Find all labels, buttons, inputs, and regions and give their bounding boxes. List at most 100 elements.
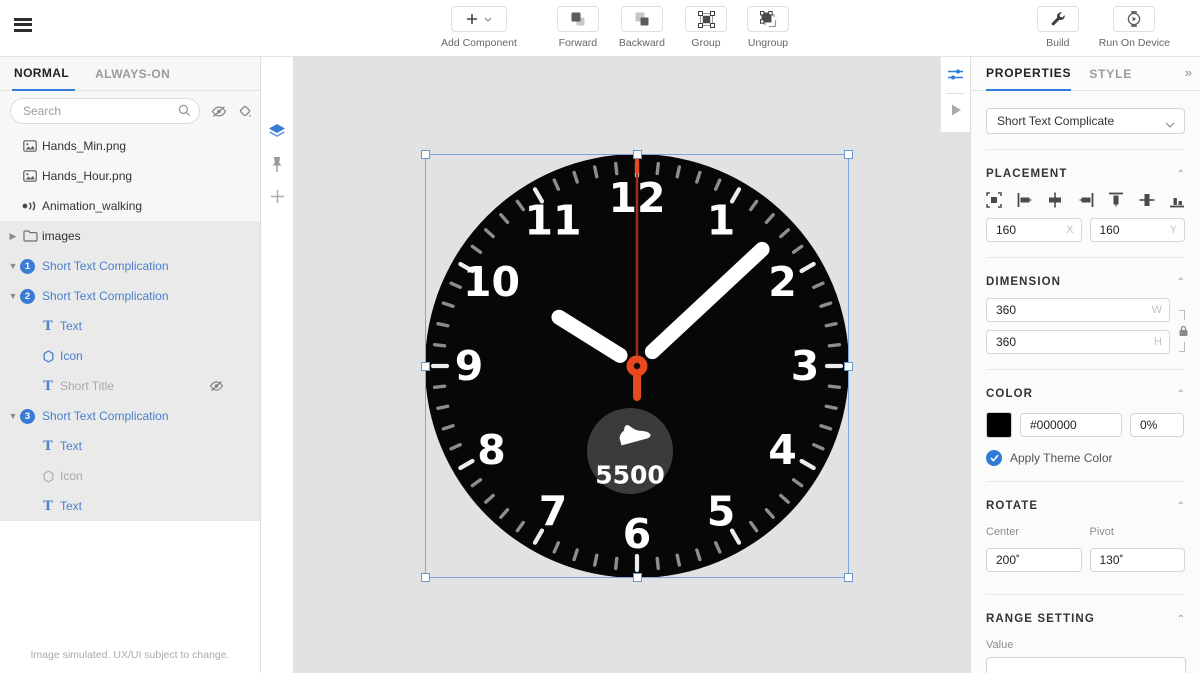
watch-dial: 1212345678910115500 [425, 154, 849, 578]
hex-color-input[interactable] [1021, 414, 1121, 436]
build-button[interactable]: Build [1037, 6, 1079, 49]
layer-row-icon[interactable]: Icon [0, 341, 260, 371]
tab-style[interactable]: STYLE [1089, 58, 1132, 90]
layer-row-icon[interactable]: Icon [0, 461, 260, 491]
caret-down-icon[interactable]: ▼ [8, 261, 18, 271]
layer-label: Icon [60, 349, 83, 363]
layer-row-hands-min-png[interactable]: Hands_Min.png [0, 131, 260, 161]
theme-fill-icon[interactable] [238, 104, 253, 119]
layer-row-text[interactable]: TText [0, 491, 260, 521]
placement-section-header[interactable]: PLACEMENT ⌃ [986, 168, 1185, 180]
tab-properties[interactable]: PROPERTIES [986, 57, 1071, 91]
chevron-down-icon [485, 18, 491, 21]
align-horizontal-center-icon[interactable] [1047, 192, 1063, 208]
ungroup-icon [760, 11, 777, 28]
ungroup-button[interactable]: Ungroup [747, 6, 789, 49]
opacity-field[interactable] [1130, 413, 1184, 437]
checkbox-checked-icon [986, 450, 1002, 466]
rotate-pivot-label: Pivot [1090, 526, 1186, 538]
build-label: Build [1046, 37, 1069, 49]
layer-label: Short Text Complication [42, 259, 169, 273]
minute-tick [657, 558, 658, 568]
design-canvas[interactable]: 1212345678910115500 [293, 57, 970, 673]
layer-row-short-text-complication[interactable]: ▼2Short Text Complication [0, 281, 260, 311]
range-setting-section-header[interactable]: RANGE SETTING ⌃ [986, 613, 1185, 625]
pin-icon[interactable] [261, 156, 293, 173]
color-section-header[interactable]: COLOR ⌃ [986, 388, 1185, 400]
color-swatch[interactable] [986, 412, 1012, 438]
panel-tabs: PROPERTIES STYLE » [971, 57, 1200, 91]
rotate-center-field[interactable] [986, 548, 1082, 572]
align-left-icon[interactable] [1017, 192, 1033, 208]
layer-row-text[interactable]: TText [0, 431, 260, 461]
align-bottom-icon[interactable] [1169, 192, 1185, 208]
align-top-icon[interactable] [1108, 192, 1124, 208]
search-input[interactable] [10, 98, 200, 124]
backward-button[interactable]: Backward [619, 6, 665, 49]
width-input[interactable] [987, 299, 1169, 321]
add-guide-icon[interactable] [261, 189, 293, 204]
align-vertical-center-icon[interactable] [1139, 192, 1155, 208]
apply-theme-color-label: Apply Theme Color [1010, 451, 1113, 465]
layers-icon[interactable] [261, 123, 293, 140]
rotate-pivot-field[interactable] [1090, 548, 1186, 572]
aspect-lock-icon[interactable] [1177, 310, 1189, 352]
alignment-toolbar [986, 192, 1185, 208]
dimension-section-header[interactable]: DIMENSION ⌃ [986, 276, 1185, 288]
group-icon [698, 11, 715, 28]
layer-row-images[interactable]: ▶images [0, 221, 260, 251]
layer-row-text[interactable]: TText [0, 311, 260, 341]
height-field[interactable]: H [986, 330, 1170, 354]
align-right-icon[interactable] [1078, 192, 1094, 208]
dial-numeral-7: 7 [539, 487, 568, 535]
layer-row-short-title[interactable]: TShort Title [0, 371, 260, 401]
menu-icon[interactable] [14, 18, 32, 32]
caret-down-icon[interactable]: ▼ [8, 411, 18, 421]
x-position-field[interactable]: X [986, 218, 1082, 242]
image-icon [23, 140, 37, 152]
layer-list: Hands_Min.pngHands_Hour.pngAnimation_wal… [0, 131, 260, 521]
height-input[interactable] [987, 331, 1169, 353]
width-field[interactable]: W [986, 298, 1170, 322]
caret-right-icon[interactable]: ▶ [8, 231, 18, 242]
complication-type-value: Short Text Complicate [997, 114, 1114, 128]
range-value-input[interactable] [987, 658, 1185, 673]
minute-tick [616, 164, 617, 174]
layer-row-short-text-complication[interactable]: ▼1Short Text Complication [0, 251, 260, 281]
y-position-field[interactable]: Y [1090, 218, 1186, 242]
layer-hidden-icon[interactable] [209, 380, 224, 392]
layer-row-hands-hour-png[interactable]: Hands_Hour.png [0, 161, 260, 191]
caret-down-icon[interactable]: ▼ [8, 291, 18, 301]
forward-button[interactable]: Forward [557, 6, 599, 49]
layer-row-animation-walking[interactable]: Animation_walking [0, 191, 260, 221]
rotate-title: ROTATE [986, 500, 1038, 512]
dial-numeral-6: 6 [623, 510, 652, 558]
rotate-pivot-input[interactable] [1091, 549, 1185, 571]
tab-always-on[interactable]: ALWAYS-ON [95, 58, 170, 90]
align-screen-center-icon[interactable] [986, 192, 1002, 208]
run-on-device-button[interactable]: Run On Device [1099, 6, 1170, 49]
range-value-field[interactable] [986, 657, 1186, 673]
hide-all-icon[interactable] [211, 105, 227, 118]
toolbar-right: Build Run On Device [1037, 6, 1170, 49]
minute-tick [657, 164, 658, 174]
apply-theme-color-checkbox[interactable]: Apply Theme Color [986, 450, 1185, 466]
layer-label: Text [60, 499, 82, 513]
opacity-input[interactable] [1131, 414, 1183, 436]
ungroup-label: Ungroup [748, 37, 788, 49]
rotate-center-input[interactable] [987, 549, 1081, 571]
complication-badge: 2 [20, 289, 35, 304]
collapse-panel-icon[interactable]: » [1185, 65, 1190, 80]
tab-normal[interactable]: NORMAL [12, 57, 75, 91]
group-button[interactable]: Group [685, 6, 727, 49]
layer-row-short-text-complication[interactable]: ▼3Short Text Complication [0, 401, 260, 431]
hex-color-field[interactable] [1020, 413, 1122, 437]
preview-play-icon[interactable] [941, 103, 970, 117]
watch-face[interactable]: 1212345678910115500 [425, 154, 849, 578]
add-component-button[interactable]: Add Component [441, 6, 517, 49]
properties-toggle-icon[interactable] [941, 67, 970, 82]
dial-numeral-2: 2 [768, 258, 797, 306]
rotate-section-header[interactable]: ROTATE ⌃ [986, 500, 1185, 512]
run-on-device-icon [1125, 10, 1143, 28]
complication-type-dropdown[interactable]: Short Text Complicate [986, 108, 1185, 134]
